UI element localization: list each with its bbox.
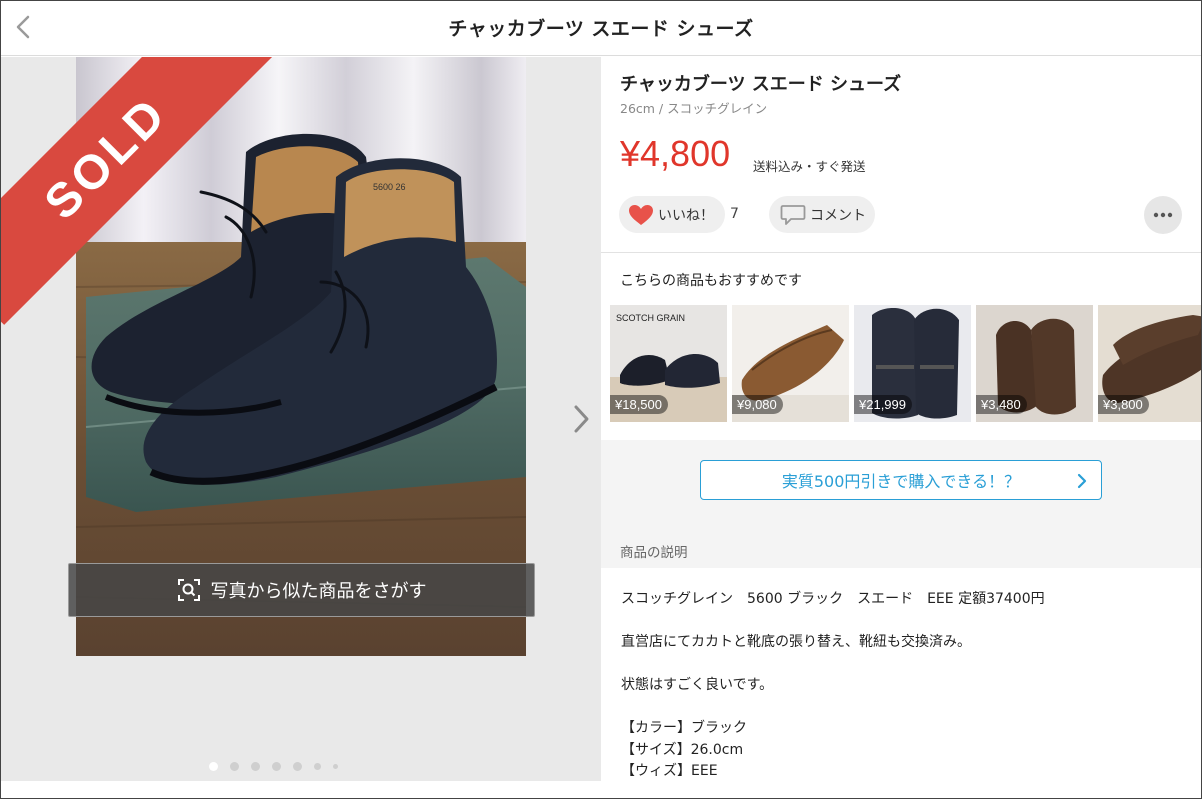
description-line: スコッチグレイン 5600 ブラック スエード EEE 定額37400円: [621, 591, 1045, 607]
page-title: チャッカブーツ スエード シューズ: [448, 18, 754, 40]
chevron-right-icon: [1077, 473, 1087, 489]
scan-search-icon: [177, 579, 200, 601]
recommendations-section: こちらの商品もおすすめです SCOTCH GRAIN ¥18,500 ¥9,08…: [601, 253, 1202, 440]
description-heading: 商品の説明: [620, 545, 688, 561]
comment-bubble-icon: [780, 204, 806, 225]
description-line: [621, 611, 1182, 633]
nav-bar: チャッカブーツ スエード シューズ: [0, 0, 1202, 56]
recommended-item-price: ¥18,500: [610, 395, 668, 414]
description-line: 【サイズ】26.0cm: [621, 741, 744, 758]
pagination-dots: [1, 760, 601, 772]
description-line: 【ウィズ】EEE: [621, 763, 718, 779]
recommended-item[interactable]: ¥3,800: [1098, 305, 1202, 422]
description-line: [621, 654, 1182, 676]
recommended-item-price: ¥3,800: [1098, 395, 1149, 414]
search-similar-by-photo-button[interactable]: 写真から似た商品をさがす: [68, 563, 535, 617]
page-dot[interactable]: [251, 761, 260, 771]
recommended-item-caption: SCOTCH GRAIN: [616, 313, 686, 323]
page-dot[interactable]: [272, 761, 281, 771]
item-title: チャッカブーツ スエード シューズ: [620, 74, 902, 95]
recommended-item[interactable]: ¥9,080: [732, 305, 849, 422]
description-body: スコッチグレイン 5600 ブラック スエード EEE 定額37400円 直営店…: [601, 568, 1202, 799]
page-dot[interactable]: [333, 763, 338, 769]
search-similar-label: 写真から似た商品をさがす: [210, 581, 427, 602]
recommendations-list[interactable]: SCOTCH GRAIN ¥18,500 ¥9,080 ¥21,999 ¥3,4…: [610, 305, 1202, 423]
recommended-item-price: ¥21,999: [854, 395, 912, 414]
next-chevron-icon[interactable]: [569, 402, 593, 436]
shipping-note: 送料込み・すぐ発送: [753, 159, 866, 174]
promo-label: 実質500円引きで購入できる！？: [781, 472, 1021, 491]
item-price: ¥4,800: [620, 133, 731, 174]
like-label: いいね！: [658, 207, 714, 224]
like-count: 7: [730, 206, 739, 222]
heart-icon: [629, 204, 653, 225]
page-dot[interactable]: [314, 762, 321, 770]
more-options-button[interactable]: [1144, 196, 1182, 234]
comment-label: コメント: [810, 207, 866, 224]
discount-promo-button[interactable]: 実質500円引きで購入できる！？: [700, 460, 1102, 500]
page-dot[interactable]: [230, 761, 239, 771]
description-line: [621, 697, 1182, 719]
item-subtitle: 26cm / スコッチグレイン: [620, 101, 768, 116]
more-dots-icon: [1153, 212, 1173, 218]
description-line: 状態はすごく良いです。: [621, 677, 774, 693]
recommended-item[interactable]: ¥3,480: [976, 305, 1093, 422]
page-dot[interactable]: [293, 761, 302, 771]
page-dot[interactable]: [209, 761, 218, 771]
description-line: 【カラー】ブラック: [621, 720, 747, 736]
item-info-card: チャッカブーツ スエード シューズ 26cm / スコッチグレイン ¥4,800…: [601, 57, 1202, 252]
recommended-item-price: ¥3,480: [976, 395, 1027, 414]
recommendations-title: こちらの商品もおすすめです: [620, 273, 802, 289]
photo-gallery[interactable]: 5600 26 SOLD 写真から似た商品をさがす: [1, 57, 601, 781]
description-line: 直営店にてカカトと靴底の張り替え、靴紐も交換済み。: [621, 634, 971, 650]
recommended-item-price: ¥9,080: [732, 395, 783, 414]
comment-button[interactable]: コメント: [769, 196, 875, 233]
like-button[interactable]: いいね！: [619, 196, 725, 233]
box-size-label: 5600 26: [373, 182, 406, 192]
recommended-item[interactable]: SCOTCH GRAIN ¥18,500: [610, 305, 727, 422]
item-detail-panel: チャッカブーツ スエード シューズ 26cm / スコッチグレイン ¥4,800…: [601, 57, 1202, 799]
recommended-item[interactable]: ¥21,999: [854, 305, 971, 422]
